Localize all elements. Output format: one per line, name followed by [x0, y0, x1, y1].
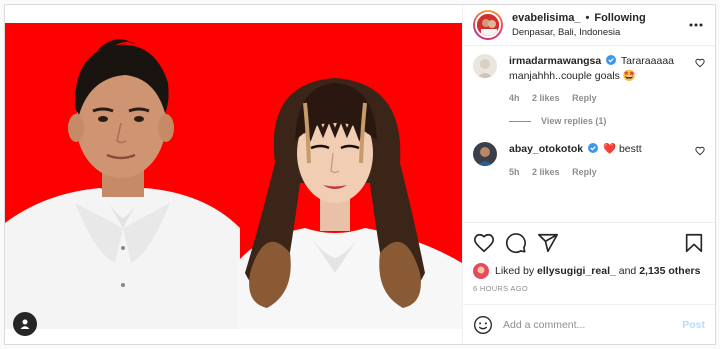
post-photo[interactable]	[5, 23, 462, 329]
view-replies-label[interactable]: View replies (1)	[541, 116, 606, 126]
reply-button[interactable]: Reply	[572, 167, 597, 177]
add-comment-bar: Post	[463, 304, 715, 344]
bookmark-icon[interactable]	[683, 232, 705, 254]
likes-prefix: Liked by	[495, 265, 535, 277]
author-avatar-image	[477, 14, 499, 36]
comment-likes[interactable]: 2 likes	[532, 167, 560, 177]
post-sidebar: evabelisima_ • Following Denpasar, Bali,…	[462, 5, 715, 344]
commenter-avatar-image	[473, 142, 497, 166]
separator-dot: •	[585, 12, 590, 24]
likes-others-count[interactable]: 2,135 others	[639, 265, 700, 277]
post-actions	[463, 222, 715, 262]
verified-badge-icon	[588, 143, 599, 153]
comment-username[interactable]: irmadarmawangsa	[509, 55, 601, 67]
commenter-avatar[interactable]	[473, 54, 497, 78]
author-username[interactable]: evabelisima_	[512, 12, 581, 24]
likes-summary: Liked by ellysugigi_real_ and 2,135 othe…	[463, 262, 715, 280]
view-replies-button[interactable]: View replies (1)	[509, 116, 705, 126]
verified-badge-icon	[606, 55, 617, 65]
post-location[interactable]: Denpasar, Bali, Indonesia	[512, 27, 687, 38]
comment-username[interactable]: abay_otokotok	[509, 143, 583, 155]
comment-input[interactable]	[503, 318, 683, 331]
user-icon	[20, 319, 30, 329]
comment-item: abay_otokotok ❤️ bestt 5h 2 likes Reply	[473, 142, 705, 177]
comment-like-icon[interactable]	[695, 58, 705, 68]
more-options-button[interactable]	[687, 23, 705, 27]
comment-age[interactable]: 5h	[509, 167, 520, 177]
post-timestamp[interactable]: 6 HOURS AGO	[463, 280, 715, 298]
liker-avatar[interactable]	[473, 263, 489, 279]
share-icon[interactable]	[537, 232, 559, 254]
post-comment-button[interactable]: Post	[682, 319, 705, 331]
comment-like-icon[interactable]	[695, 146, 705, 156]
commenter-avatar-image	[473, 54, 497, 78]
likes-and: and	[618, 265, 637, 277]
more-horizontal-icon	[689, 23, 703, 27]
liker-avatar-image	[473, 263, 489, 279]
comment-age[interactable]: 4h	[509, 93, 520, 103]
heart-icon[interactable]	[473, 232, 495, 254]
instagram-post: evabelisima_ • Following Denpasar, Bali,…	[4, 4, 716, 345]
follow-status-button[interactable]: Following	[594, 12, 645, 24]
liker-username[interactable]: ellysugigi_real_	[537, 265, 616, 277]
emoji-icon[interactable]	[473, 315, 493, 335]
author-avatar[interactable]	[473, 10, 503, 40]
couple-portrait-image	[5, 23, 462, 329]
comment-icon[interactable]	[505, 232, 527, 254]
post-header: evabelisima_ • Following Denpasar, Bali,…	[463, 5, 715, 46]
comments-list: irmadarmawangsa Tararaaaaa manjahhh..cou…	[463, 46, 715, 222]
tagged-users-button[interactable]	[13, 312, 37, 336]
post-media	[5, 5, 462, 344]
commenter-avatar[interactable]	[473, 142, 497, 166]
comment-text: ❤️ bestt	[602, 143, 642, 155]
reply-button[interactable]: Reply	[572, 93, 597, 103]
comment-likes[interactable]: 2 likes	[532, 93, 560, 103]
view-replies-line	[509, 120, 531, 122]
comment-item: irmadarmawangsa Tararaaaaa manjahhh..cou…	[473, 54, 705, 103]
